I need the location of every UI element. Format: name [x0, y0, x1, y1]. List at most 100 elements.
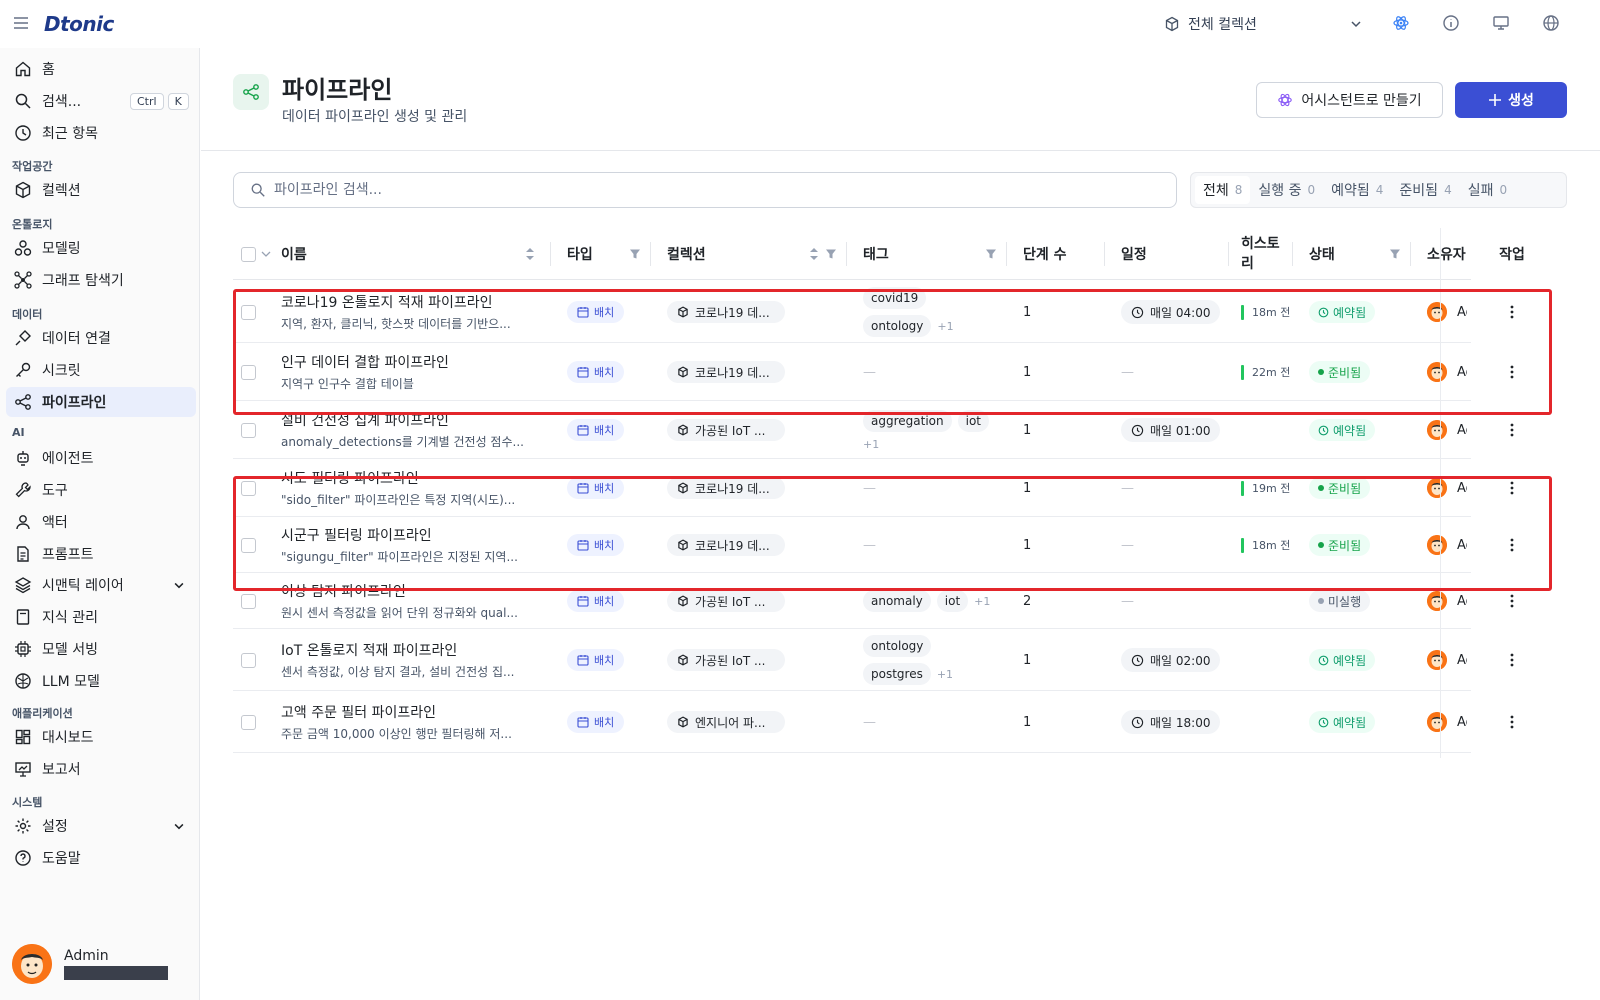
column-name[interactable]: 이름	[281, 228, 551, 280]
history-indicator[interactable]: 18m 전	[1241, 304, 1291, 320]
filter-icon[interactable]	[985, 248, 997, 260]
history-indicator[interactable]: 22m 전	[1241, 364, 1291, 380]
more-actions-icon[interactable]	[1502, 302, 1522, 322]
sidebar-item-prompts[interactable]: 프롬프트	[6, 539, 196, 569]
history-indicator[interactable]: 18m 전	[1241, 537, 1291, 553]
sidebar-item-agents[interactable]: 에이전트	[6, 443, 196, 473]
collection-badge[interactable]: 코로나19 데...	[667, 301, 785, 323]
column-owner[interactable]: 소유자	[1411, 228, 1467, 280]
tags-more[interactable]: +1	[937, 320, 953, 333]
filter-tab[interactable]: 실행 중 0	[1250, 176, 1323, 204]
sidebar-item-pipelines[interactable]: 파이프라인	[6, 387, 196, 417]
sidebar-item-knowledge[interactable]: 지식 관리	[6, 602, 196, 632]
sidebar-item-llm-models[interactable]: LLM 모델	[6, 666, 196, 696]
sidebar-item-dashboards[interactable]: 대시보드	[6, 722, 196, 752]
sort-icon[interactable]	[809, 247, 819, 261]
collection-badge[interactable]: 가공된 IoT ...	[667, 590, 785, 612]
column-type[interactable]: 타입	[551, 228, 651, 280]
row-checkbox[interactable]	[241, 593, 256, 609]
table-row[interactable]: 이상 탐지 파이프라인 원시 센서 측정값을 읽어 단위 정규화와 qual...…	[233, 573, 1553, 629]
info-icon[interactable]	[1442, 14, 1462, 34]
row-checkbox[interactable]	[241, 304, 256, 320]
sidebar-search[interactable]: 검색... Ctrl K	[6, 86, 196, 116]
pipeline-name[interactable]: 인구 데이터 결합 파이프라인	[281, 352, 449, 372]
column-tags[interactable]: 태그	[847, 228, 1007, 280]
sidebar-item-recent[interactable]: 최근 항목	[6, 118, 196, 148]
globe-icon[interactable]	[1542, 14, 1562, 34]
table-row[interactable]: 시도 필터링 파이프라인 "sido_filter" 파이프라인은 특정 지역(시…	[233, 459, 1553, 517]
filter-tab[interactable]: 준비됨 4	[1391, 176, 1459, 204]
collection-badge[interactable]: 가공된 IoT ...	[667, 419, 785, 441]
search-input[interactable]	[274, 182, 1154, 198]
filter-icon[interactable]	[629, 248, 641, 260]
more-actions-icon[interactable]	[1502, 712, 1522, 732]
table-row[interactable]: 코로나19 온톨로지 적재 파이프라인 지역, 환자, 클리닉, 핫스팟 데이터를…	[233, 281, 1553, 343]
row-checkbox[interactable]	[241, 537, 256, 553]
pipeline-name[interactable]: 고액 주문 필터 파이프라인	[281, 702, 436, 722]
table-row[interactable]: 시군구 필터링 파이프라인 "sigungu_filter" 파이프라인은 지정된…	[233, 517, 1553, 573]
column-status[interactable]: 상태	[1293, 228, 1411, 280]
pipeline-name[interactable]: 시군구 필터링 파이프라인	[281, 525, 432, 545]
tags-more[interactable]: +1	[863, 438, 879, 451]
tags-more[interactable]: +1	[937, 668, 953, 681]
collection-selector[interactable]: 전체 컬렉션	[1164, 10, 1364, 38]
collection-badge[interactable]: 코로나19 데...	[667, 477, 785, 499]
sidebar-item-modeling[interactable]: 모델링	[6, 233, 196, 263]
sidebar-item-help[interactable]: 도움말	[6, 843, 196, 873]
search-box[interactable]	[233, 172, 1177, 208]
sidebar-item-home[interactable]: 홈	[6, 54, 196, 84]
collection-badge[interactable]: 엔지니어 파...	[667, 711, 785, 733]
sidebar-item-model-serving[interactable]: 모델 서빙	[6, 634, 196, 664]
app-logo[interactable]: Dtonic	[44, 12, 114, 36]
collection-badge[interactable]: 가공된 IoT ...	[667, 649, 785, 671]
pipeline-name[interactable]: 이상 탐지 파이프라인	[281, 581, 406, 601]
column-schedule[interactable]: 일정	[1105, 228, 1229, 280]
sidebar-item-actors[interactable]: 액터	[6, 507, 196, 537]
column-steps[interactable]: 단계 수	[1007, 228, 1105, 280]
user-profile[interactable]: Admin	[12, 944, 168, 984]
more-actions-icon[interactable]	[1502, 591, 1522, 611]
row-checkbox[interactable]	[241, 364, 256, 380]
create-with-assistant-button[interactable]: 어시스턴트로 만들기	[1256, 82, 1443, 118]
sidebar-item-graph-explorer[interactable]: 그래프 탐색기	[6, 265, 196, 295]
table-row[interactable]: 고액 주문 필터 파이프라인 주문 금액 10,000 이상인 행만 필터링해 저…	[233, 691, 1553, 753]
history-indicator[interactable]: 19m 전	[1241, 480, 1291, 496]
select-all[interactable]	[241, 228, 281, 280]
sidebar-item-data-connection[interactable]: 데이터 연결	[6, 323, 196, 353]
monitor-icon[interactable]	[1492, 14, 1512, 34]
filter-icon[interactable]	[825, 248, 837, 260]
sidebar-item-semantic-layer[interactable]: 시맨틱 레이어	[6, 570, 196, 600]
row-checkbox[interactable]	[241, 480, 256, 496]
collection-badge[interactable]: 코로나19 데...	[667, 361, 785, 383]
create-button[interactable]: 생성	[1455, 82, 1567, 118]
sort-icon[interactable]	[525, 247, 535, 261]
more-actions-icon[interactable]	[1502, 362, 1522, 382]
pipeline-name[interactable]: IoT 온톨로지 적재 파이프라인	[281, 640, 457, 660]
pipeline-name[interactable]: 시도 필터링 파이프라인	[281, 468, 419, 488]
more-actions-icon[interactable]	[1502, 535, 1522, 555]
column-history[interactable]: 히스토리	[1229, 228, 1293, 280]
sidebar-item-collections[interactable]: 컬렉션	[6, 175, 196, 205]
more-actions-icon[interactable]	[1502, 420, 1522, 440]
sidebar-item-secrets[interactable]: 시크릿	[6, 355, 196, 385]
sidebar-item-tools[interactable]: 도구	[6, 475, 196, 505]
filter-tab[interactable]: 실패 0	[1460, 176, 1515, 204]
collection-badge[interactable]: 코로나19 데...	[667, 534, 785, 556]
row-checkbox[interactable]	[241, 714, 256, 730]
atom-icon[interactable]	[1392, 14, 1412, 34]
table-row[interactable]: 설비 건전성 집계 파이프라인 anomaly_detections를 기계별 건…	[233, 401, 1553, 459]
pipeline-name[interactable]: 설비 건전성 집계 파이프라인	[281, 410, 449, 430]
more-actions-icon[interactable]	[1502, 650, 1522, 670]
filter-tab[interactable]: 전체 8	[1195, 176, 1251, 204]
row-checkbox[interactable]	[241, 652, 256, 668]
column-collection[interactable]: 컬렉션	[651, 228, 847, 280]
table-row[interactable]: 인구 데이터 결합 파이프라인 지역구 인구수 결합 테이블 배치 코로나19 데..…	[233, 343, 1553, 401]
sidebar-item-reports[interactable]: 보고서	[6, 754, 196, 784]
filter-tab[interactable]: 예약됨 4	[1323, 176, 1391, 204]
table-row[interactable]: IoT 온톨로지 적재 파이프라인 센서 측정값, 이상 탐지 결과, 설비 건전…	[233, 629, 1553, 691]
sidebar-item-settings[interactable]: 설정	[6, 811, 196, 841]
more-actions-icon[interactable]	[1502, 478, 1522, 498]
tags-more[interactable]: +1	[974, 595, 990, 608]
filter-icon[interactable]	[1389, 248, 1401, 260]
menu-icon[interactable]	[12, 14, 30, 32]
